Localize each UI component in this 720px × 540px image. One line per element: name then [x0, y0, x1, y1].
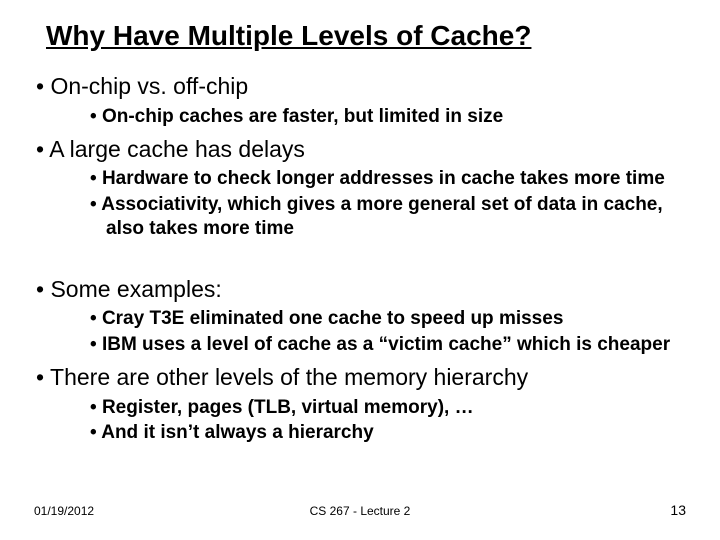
- sub-list: Hardware to check longer addresses in ca…: [54, 167, 702, 240]
- sub-item: On-chip caches are faster, but limited i…: [88, 105, 702, 129]
- footer-page-number: 13: [670, 502, 686, 518]
- sub-list: Cray T3E eliminated one cache to speed u…: [54, 307, 702, 357]
- bullet-item: There are other levels of the memory hie…: [30, 363, 702, 445]
- sub-item: Register, pages (TLB, virtual memory), …: [88, 396, 702, 420]
- bullet-text: Some examples:: [50, 276, 221, 302]
- bullet-text: There are other levels of the memory hie…: [50, 364, 528, 390]
- bullet-item: Some examples: Cray T3E eliminated one c…: [30, 275, 702, 357]
- sub-item: IBM uses a level of cache as a “victim c…: [88, 333, 702, 357]
- sub-item: Cray T3E eliminated one cache to speed u…: [88, 307, 702, 331]
- footer-center: CS 267 - Lecture 2: [0, 504, 720, 518]
- slide-title: Why Have Multiple Levels of Cache?: [46, 20, 531, 52]
- sub-item: Associativity, which gives a more genera…: [88, 193, 702, 241]
- bullet-text: A large cache has delays: [49, 136, 305, 162]
- bullet-text: On-chip vs. off-chip: [50, 73, 248, 99]
- sub-list: On-chip caches are faster, but limited i…: [54, 105, 702, 129]
- sub-item: Hardware to check longer addresses in ca…: [88, 167, 702, 191]
- bullet-item: On-chip vs. off-chip On-chip caches are …: [30, 72, 702, 129]
- sub-list: Register, pages (TLB, virtual memory), ……: [54, 396, 702, 446]
- sub-item: And it isn’t always a hierarchy: [88, 421, 702, 445]
- bullet-list: On-chip vs. off-chip On-chip caches are …: [30, 72, 702, 445]
- bullet-item: A large cache has delays Hardware to che…: [30, 135, 702, 241]
- slide-content: On-chip vs. off-chip On-chip caches are …: [30, 72, 702, 447]
- slide: Why Have Multiple Levels of Cache? On-ch…: [0, 0, 720, 540]
